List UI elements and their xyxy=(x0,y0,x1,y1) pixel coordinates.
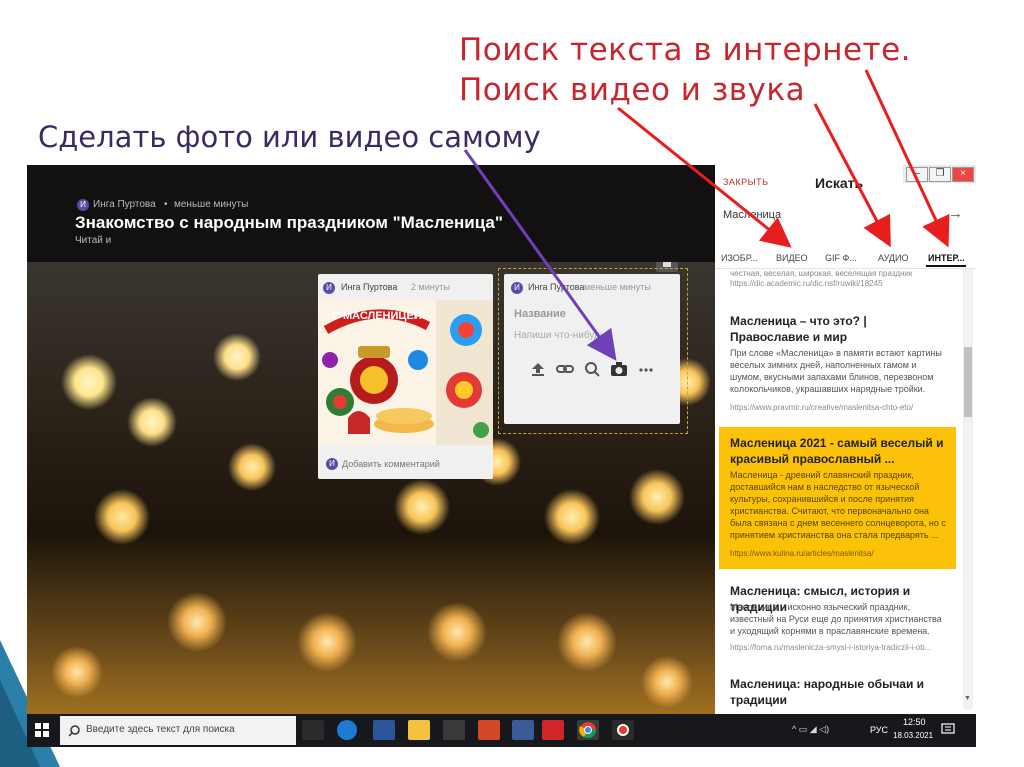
arrow-to-internet xyxy=(864,69,950,248)
arrow-to-camera xyxy=(463,149,617,361)
arrow-to-audio xyxy=(813,103,891,248)
arrow-to-video xyxy=(617,106,792,248)
annotation-arrows xyxy=(463,69,950,361)
